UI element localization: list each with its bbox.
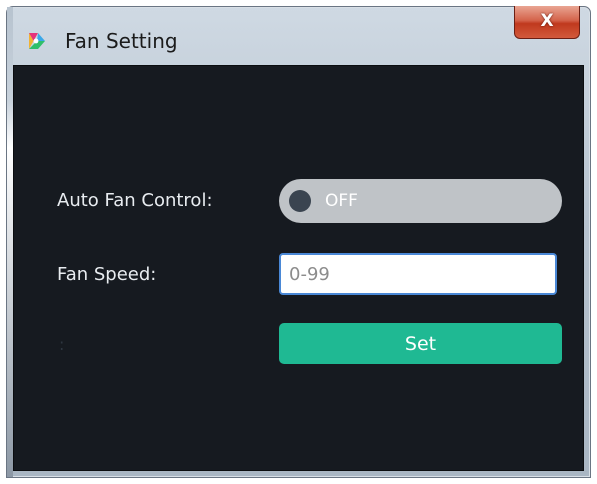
app-logo-icon [29,33,45,49]
close-button[interactable]: X [514,6,580,39]
toggle-state-text: OFF [325,191,358,211]
title-bar[interactable]: Fan Setting X [7,6,590,65]
window-title: Fan Setting [65,29,178,53]
status-text: : [59,335,65,354]
auto-fan-toggle[interactable]: OFF [279,179,562,223]
fan-speed-label: Fan Speed: [57,264,157,285]
set-button[interactable]: Set [279,323,562,364]
toggle-knob [289,190,311,212]
auto-fan-control-label: Auto Fan Control: [57,190,213,211]
fan-speed-input[interactable] [279,253,557,295]
fan-setting-window: Fan Setting X Auto Fan Control: OFF Fan … [6,6,591,478]
